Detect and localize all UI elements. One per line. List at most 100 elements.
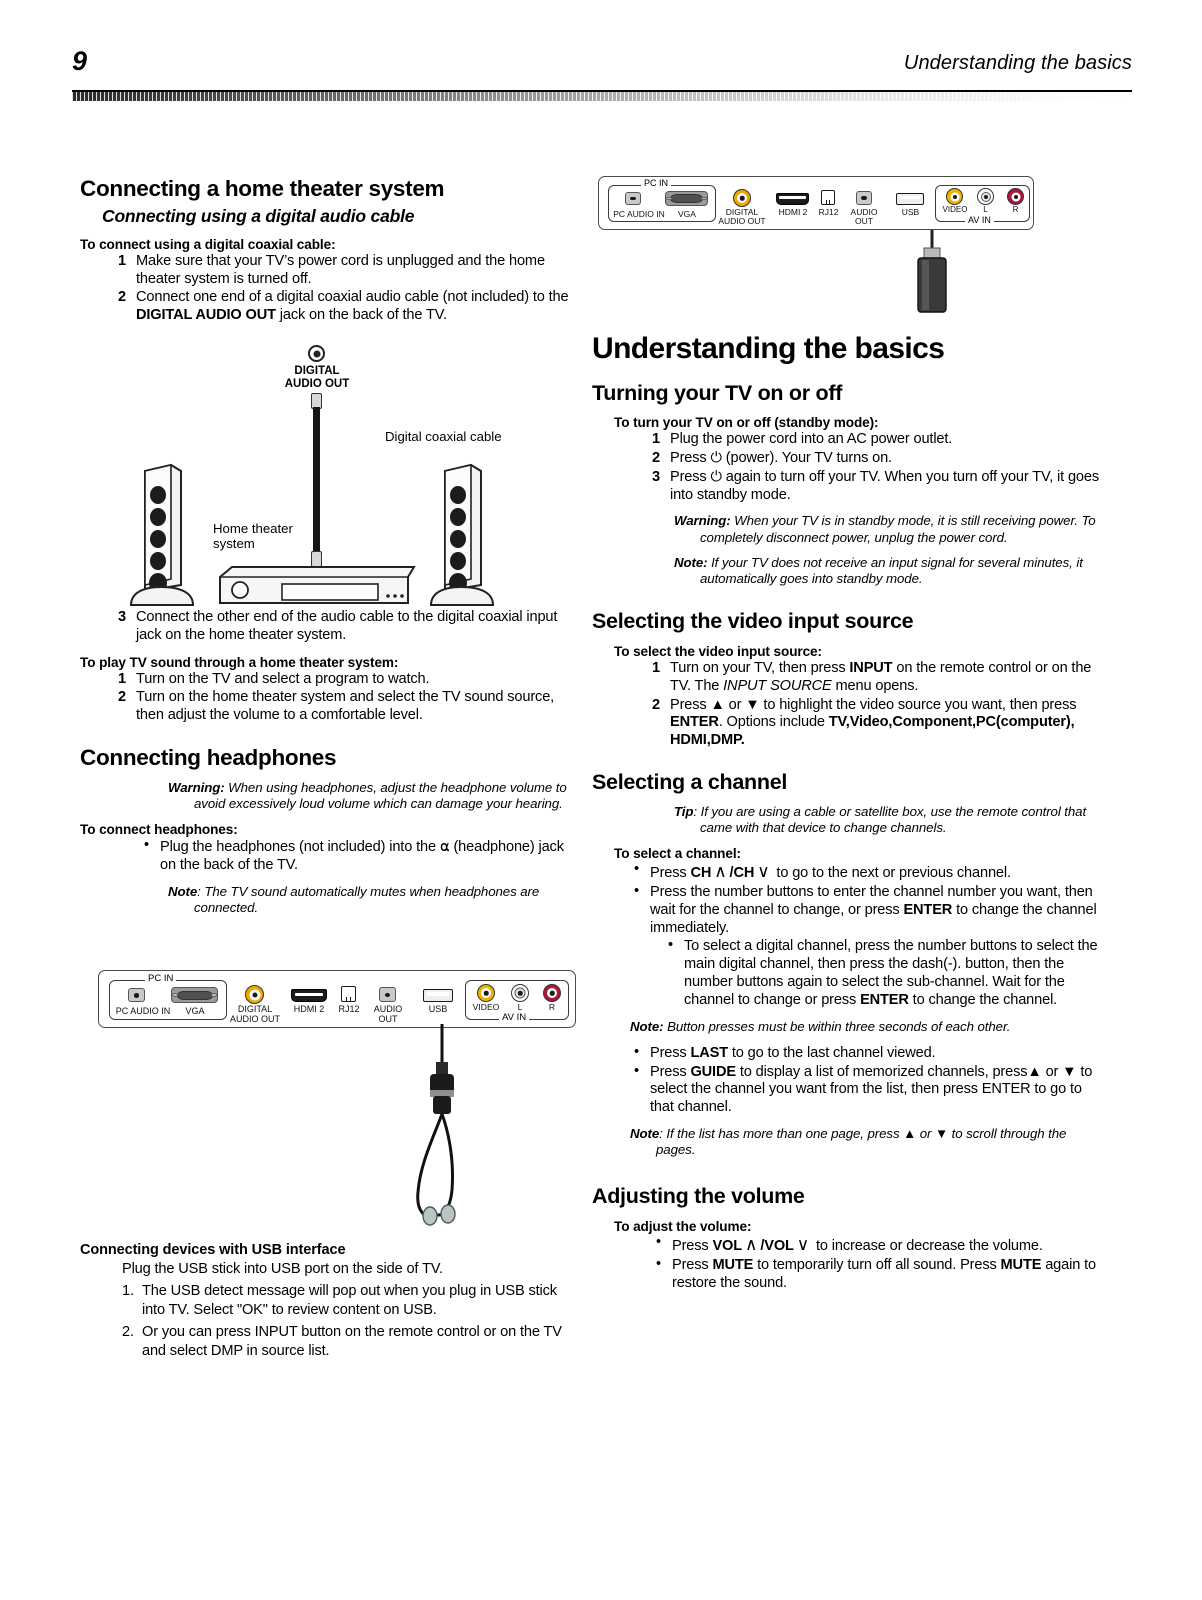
key-vol-down: /VOL xyxy=(760,1238,794,1255)
step-text: The USB detect message will pop out when… xyxy=(142,1282,557,1318)
key-vol: VOL xyxy=(712,1238,743,1255)
step-number: 2 xyxy=(652,696,660,713)
key-mute: MUTE xyxy=(712,1256,754,1273)
step-text-pre: Turn on your TV, then press xyxy=(670,660,850,676)
usb-connection-diagram: PC IN PC AUDIO IN VGA DIGITAL AUDIO OUT … xyxy=(592,176,1108,322)
steps-select-video-input: 1 Turn on your TV, then press INPUT on t… xyxy=(636,660,1108,750)
audio-label-line2: OUT xyxy=(378,1013,398,1024)
warning-label: Warning: xyxy=(168,779,225,795)
pc-audio-in-jack-icon xyxy=(625,192,641,205)
group-pc-in-label: PC IN xyxy=(145,973,177,985)
rj12-label: RJ12 xyxy=(338,1004,360,1015)
bullet-text-post: to increase or decrease the volume. xyxy=(812,1238,1043,1255)
bullet-text-pre: Press xyxy=(650,1044,691,1061)
step-text: Or you can press INPUT button on the rem… xyxy=(142,1323,562,1359)
jack-label-line2: AUDIO OUT xyxy=(284,377,350,390)
note-text: : The TV sound automatically mutes when … xyxy=(194,883,540,916)
note-button-press-timing: Note: Button presses must be within thre… xyxy=(630,1019,1108,1035)
bullet-glyph: • xyxy=(656,1234,661,1251)
left-column: Connecting a home theater system Connect… xyxy=(80,176,580,1364)
av-receiver-svg xyxy=(219,566,416,605)
group-av-in-label: AV IN xyxy=(965,215,994,225)
running-title: Understanding the basics xyxy=(903,52,1132,74)
bullets-connect-headphones: • Plug the headphones (not included) int… xyxy=(140,837,580,875)
step-item: 2 Press ⏻ (power). Your TV turns on. xyxy=(636,450,1108,468)
audio-right-label: R xyxy=(1012,205,1019,214)
bullet-text-pre: Plug the headphones (not included) into … xyxy=(160,839,440,856)
speaker-right xyxy=(425,459,509,612)
rj12-jack-icon xyxy=(341,986,356,1003)
home-theater-diagram: DIGITAL AUDIO OUT Digital coaxial cable xyxy=(80,343,580,607)
heading-selecting-channel: Selecting a channel xyxy=(592,769,788,794)
step-number: 3 xyxy=(652,468,660,485)
hdmi-2-label: HDMI 2 xyxy=(778,207,808,217)
key-ch-down: /CH xyxy=(729,865,755,882)
heading-understanding-basics: Understanding the basics xyxy=(592,332,945,365)
step-number: 2. xyxy=(122,1323,134,1340)
list-item: • Press VOL ∧/VOL ∨ to increase or decreas… xyxy=(652,1234,1108,1256)
step-text: Make sure that your TV’s power cord is u… xyxy=(136,252,545,287)
key-mute-2: MUTE xyxy=(1000,1256,1042,1273)
audio-out-jack-icon xyxy=(856,191,872,205)
step-item: 3 Press ⏻ again to turn off your TV. Whe… xyxy=(636,469,1108,505)
note-auto-standby: Note: If your TV does not receive an inp… xyxy=(674,555,1108,587)
connector-panel-left: PC IN PC AUDIO IN VGA DIGITAL AUDIO OUT … xyxy=(98,970,576,1029)
bullet-text-post: to go to the last channel viewed. xyxy=(727,1044,936,1061)
device-label-line1: Home theater xyxy=(213,521,293,537)
warning-label: Warning: xyxy=(674,513,731,529)
diagram-cable-label: Digital coaxial cable xyxy=(385,429,502,445)
bullet-glyph: • xyxy=(634,861,639,878)
audio-right-jack-icon xyxy=(1007,188,1024,205)
audio-label-line2: OUT xyxy=(855,215,873,226)
step-number: 1 xyxy=(652,660,660,676)
key-input: INPUT xyxy=(849,660,893,676)
key-enter: ENTER xyxy=(670,714,719,731)
key-enter: ENTER xyxy=(860,991,909,1008)
usb-steps: 1. The USB detect message will pop out w… xyxy=(122,1282,580,1361)
vga-label: VGA xyxy=(185,1006,205,1017)
step-number: 1 xyxy=(652,431,660,448)
step-number: 3 xyxy=(118,609,126,626)
step-number: 2 xyxy=(118,689,126,706)
step-text-bold: DIGITAL AUDIO OUT xyxy=(136,307,276,324)
step-number: 1. xyxy=(122,1282,134,1299)
step-number: 1 xyxy=(118,670,126,687)
vga-label: VGA xyxy=(678,209,696,219)
speaker-left xyxy=(125,459,209,612)
lead-adjust-volume: To adjust the volume: xyxy=(614,1219,752,1235)
heading-usb-interface: Connecting devices with USB interface xyxy=(80,1242,346,1259)
bullet-glyph: • xyxy=(634,1062,639,1079)
list-item: • Press the number buttons to enter the … xyxy=(630,883,1108,937)
warning-text: When using headphones, adjust the headph… xyxy=(194,779,567,812)
bullets-adjust-volume: • Press VOL ∧/VOL ∨ to increase or decreas… xyxy=(652,1234,1108,1293)
step-item: 1 Make sure that your TV’s power cord is… xyxy=(102,253,580,289)
vga-jack-icon xyxy=(665,191,708,206)
usb-label: USB xyxy=(901,207,920,217)
digital-audio-out-jack-icon xyxy=(245,985,264,1005)
bullet-text-mid: to temporarily turn off all sound. Press xyxy=(753,1256,1001,1273)
audio-left-jack-icon xyxy=(977,188,994,205)
tip-cable-satellite-remote: Tip: If you are using a cable or satelli… xyxy=(674,804,1108,836)
key-ch: CH xyxy=(690,865,712,882)
lead-turn-tv-on-off: To turn your TV on or off (standby mode)… xyxy=(614,415,879,431)
step-text-pre: Connect one end of a digital coaxial aud… xyxy=(136,289,569,306)
digital-audio-out-label: DIGITAL AUDIO OUT xyxy=(221,1005,289,1024)
step-number: 2 xyxy=(652,450,660,467)
step-text-post: again to turn off your TV. When you turn… xyxy=(670,468,1100,503)
headphone-icon: ⍺ xyxy=(439,838,450,856)
lead-connect-coaxial: To connect using a digital coaxial cable… xyxy=(80,236,336,252)
step-item: 2 Press ▲ or ▼ to highlight the video so… xyxy=(636,697,1108,750)
step-item: 2 Turn on the home theater system and se… xyxy=(102,689,580,725)
step-text: Plug the power cord into an AC power out… xyxy=(670,431,953,448)
page-header: 9 Understanding the basics xyxy=(72,46,1132,101)
list-item: • Press MUTE to temporarily turn off all… xyxy=(652,1256,1108,1293)
heading-selecting-video-input: Selecting the video input source xyxy=(592,609,914,634)
speaker-right-svg xyxy=(429,463,495,607)
headphone-connection-diagram: PC IN PC AUDIO IN VGA DIGITAL AUDIO OUT … xyxy=(80,956,580,1236)
key-guide: GUIDE xyxy=(690,1063,736,1080)
jack-label-line1: DIGITAL xyxy=(294,365,340,378)
list-item: • Press CH ∧/CH ∨ to go to the next or pre… xyxy=(630,861,1108,883)
bullet-text-pre: Press xyxy=(650,865,691,882)
warning-headphone-volume: Warning: When using headphones, adjust t… xyxy=(168,780,580,812)
audio-out-label: AUDIO OUT xyxy=(841,208,887,226)
